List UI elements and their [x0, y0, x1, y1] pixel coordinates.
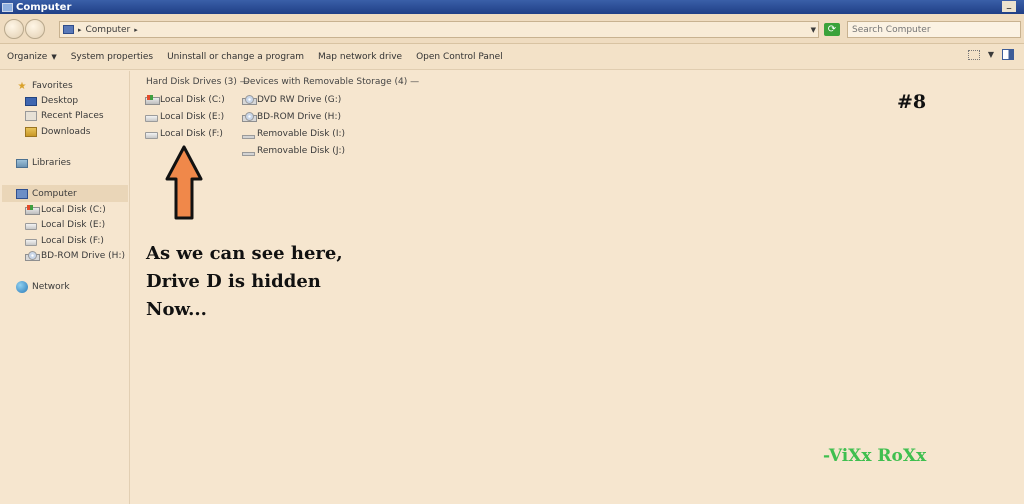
system-properties-button[interactable]: System properties [64, 52, 160, 62]
sidebar-item-label: Local Disk (F:) [41, 236, 104, 246]
sidebar-item-label: BD-ROM Drive (H:) [41, 251, 125, 261]
hard-drive-icon [145, 114, 158, 122]
removable-storage-header[interactable]: Devices with Removable Storage (4) — [243, 77, 419, 87]
organize-button[interactable]: Organize ▼ [0, 52, 64, 62]
sidebar-item-label: Computer [32, 189, 77, 199]
windows-drive-icon [25, 205, 40, 215]
refresh-button[interactable]: ⟳ [824, 23, 840, 36]
sidebar-item-label: Local Disk (E:) [41, 220, 106, 230]
minimize-button[interactable]: _ [1002, 1, 1016, 12]
address-history-dropdown-icon[interactable]: ▼ [811, 26, 816, 34]
forward-button[interactable] [25, 19, 45, 39]
preview-pane-icon[interactable] [1002, 49, 1014, 60]
up-arrow-icon [165, 145, 203, 220]
drive-item-e[interactable]: Local Disk (E:) [145, 110, 224, 124]
removable-disk-icon [242, 151, 255, 156]
address-box[interactable]: ▸ Computer ▸ ▼ [59, 21, 819, 38]
view-options-dropdown-icon[interactable]: ▼ [988, 50, 994, 59]
sidebar-item-network[interactable]: Network [16, 280, 70, 294]
command-toolbar: Organize ▼ System properties Uninstall or… [0, 44, 1024, 70]
search-input[interactable] [847, 21, 1021, 38]
dvd-drive-icon [242, 94, 257, 105]
title-bar: Computer _ [0, 0, 1024, 14]
sidebar-item-label: Desktop [41, 96, 79, 106]
hard-drive-icon [25, 223, 37, 230]
sidebar-item-recent-places[interactable]: Recent Places [25, 109, 104, 123]
drive-label: Removable Disk (J:) [257, 146, 346, 156]
sidebar-item-label: Favorites [32, 81, 73, 91]
sidebar-item-drive[interactable]: Local Disk (F:) [25, 234, 104, 248]
sidebar-item-label: Recent Places [41, 111, 104, 121]
hard-drive-icon [145, 131, 158, 139]
change-view-icon[interactable] [967, 49, 980, 60]
drive-label: Local Disk (F:) [160, 129, 223, 139]
computer-icon [2, 2, 13, 12]
drive-item-c[interactable]: Local Disk (C:) [145, 93, 225, 107]
sidebar-item-label: Network [32, 282, 70, 292]
sidebar-item-drive[interactable]: Local Disk (C:) [25, 203, 106, 217]
sidebar-item-desktop[interactable]: Desktop [25, 94, 78, 108]
window-title: Computer [16, 1, 72, 13]
breadcrumb-computer[interactable]: Computer [86, 25, 131, 35]
organize-label: Organize [7, 51, 48, 62]
computer-icon [63, 25, 74, 34]
windows-drive-icon [145, 94, 160, 105]
back-button[interactable] [4, 19, 24, 39]
sidebar-item-downloads[interactable]: Downloads [25, 125, 90, 139]
sidebar-item-drive[interactable]: Local Disk (E:) [25, 218, 105, 232]
removable-disk-icon [242, 134, 255, 139]
breadcrumb-dropdown-icon[interactable]: ▸ [134, 26, 138, 34]
drive-item-h[interactable]: BD-ROM Drive (H:) [242, 110, 341, 124]
author-signature: -ViXx RoXx [823, 446, 927, 466]
hard-disk-drives-header[interactable]: Hard Disk Drives (3) — [146, 77, 249, 87]
annotation-line: As we can see here, [146, 243, 343, 264]
drive-item-f[interactable]: Local Disk (F:) [145, 127, 223, 141]
drive-label: BD-ROM Drive (H:) [257, 112, 341, 122]
drive-label: Local Disk (E:) [160, 112, 225, 122]
sidebar-item-computer[interactable]: Computer [16, 187, 77, 201]
sidebar-item-favorites[interactable]: ★ Favorites [16, 79, 73, 93]
open-control-panel-button[interactable]: Open Control Panel [409, 52, 510, 62]
annotation-line: Now... [146, 299, 207, 320]
star-icon: ★ [17, 80, 27, 92]
computer-icon [16, 189, 28, 199]
annotation-line: Drive D is hidden [146, 271, 321, 292]
drive-item-g[interactable]: DVD RW Drive (G:) [242, 93, 341, 107]
map-network-drive-button[interactable]: Map network drive [311, 52, 409, 62]
drive-item-i[interactable]: Removable Disk (I:) [242, 127, 345, 141]
recent-places-icon [25, 111, 37, 121]
annotation-text: As we can see here, Drive D is hidden No… [146, 240, 343, 324]
drive-item-j[interactable]: Removable Disk (J:) [242, 144, 345, 158]
sidebar-item-label: Downloads [41, 127, 91, 137]
sidebar-item-libraries[interactable]: Libraries [16, 156, 71, 170]
chevron-down-icon: ▼ [51, 52, 57, 61]
downloads-folder-icon [25, 127, 37, 137]
drive-label: DVD RW Drive (G:) [257, 95, 342, 105]
sidebar-item-drive[interactable]: BD-ROM Drive (H:) [25, 249, 125, 263]
desktop-icon [25, 96, 37, 106]
optical-drive-icon [25, 251, 40, 261]
bd-rom-drive-icon [242, 111, 257, 122]
uninstall-program-button[interactable]: Uninstall or change a program [160, 52, 311, 62]
libraries-icon [16, 158, 28, 168]
breadcrumb-separator-icon[interactable]: ▸ [78, 26, 82, 34]
drive-label: Removable Disk (I:) [257, 129, 346, 139]
sidebar-item-label: Libraries [32, 158, 71, 168]
network-icon [16, 281, 28, 293]
sidebar-item-label: Local Disk (C:) [41, 205, 106, 215]
drive-label: Local Disk (C:) [160, 95, 225, 105]
slide-number: #8 [897, 91, 927, 113]
hard-drive-icon [25, 239, 37, 246]
navigation-pane: ★ Favorites Desktop Recent Places Downlo… [0, 71, 130, 504]
address-bar-row: ▸ Computer ▸ ▼ ⟳ [0, 14, 1024, 44]
